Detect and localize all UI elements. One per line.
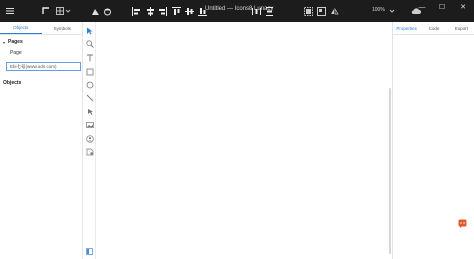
feedback-icon[interactable] (457, 218, 467, 228)
chevron-down-icon[interactable] (62, 5, 74, 17)
flip-icon[interactable] (328, 5, 340, 17)
shape-tool-icon[interactable] (85, 147, 94, 156)
vertical-scrollbar[interactable] (389, 88, 391, 254)
align-center-icon[interactable] (144, 5, 156, 17)
align-middle-icon[interactable] (183, 5, 195, 17)
chevron-down-icon[interactable] (386, 5, 398, 17)
text-tool-icon[interactable] (85, 53, 94, 62)
avatar-tool-icon[interactable] (85, 134, 94, 143)
layers-panel: Objects Symbols ▾ Pages Page Ebi七号(www.u… (0, 22, 83, 259)
maximize-button[interactable]: ☐ (432, 0, 452, 14)
pen-tool-icon[interactable] (85, 107, 94, 116)
close-button[interactable]: ✕ (453, 0, 473, 14)
tab-properties[interactable]: Properties (393, 22, 420, 34)
zoom-tool-icon[interactable] (85, 39, 94, 48)
line-tool-icon[interactable] (85, 93, 94, 102)
pages-section: ▾ Pages Page (0, 37, 83, 58)
left-panel-tabs: Objects Symbols (0, 22, 83, 35)
boolean-subtract-icon[interactable] (101, 5, 113, 17)
menu-icon[interactable] (4, 5, 16, 17)
page-name-input[interactable]: Ebi七号(www.udn.com) (6, 62, 81, 71)
lunacy-app: Untitled — Icons8 Lunacy 100% — ☐ ✕ Obje… (0, 0, 474, 259)
ungroup-icon[interactable] (315, 5, 327, 17)
chevron-down-icon: ▾ (3, 39, 6, 45)
align-left-icon[interactable] (130, 5, 142, 17)
distribute-horizontal-icon[interactable] (250, 5, 262, 17)
pages-label: Pages (8, 39, 23, 45)
tab-symbols[interactable]: Symbols (42, 22, 84, 34)
image-tool-icon[interactable] (85, 120, 94, 129)
tools-toolbar (83, 22, 96, 259)
pages-header[interactable]: ▾ Pages (0, 37, 83, 47)
objects-header[interactable]: Objects (0, 78, 83, 88)
align-right-icon[interactable] (156, 5, 168, 17)
page-list-item[interactable]: Page (0, 47, 83, 58)
rectangle-tool-icon[interactable] (85, 67, 94, 76)
select-tool-icon[interactable] (85, 26, 94, 35)
inspector-panel: Properties Code Export (392, 22, 474, 259)
frame-tool-icon[interactable] (40, 5, 52, 17)
objects-section: Objects (0, 78, 83, 88)
group-icon[interactable] (302, 5, 314, 17)
tab-export[interactable]: Export (448, 22, 474, 34)
ellipse-tool-icon[interactable] (85, 80, 94, 89)
title-bar: Untitled — Icons8 Lunacy 100% — ☐ ✕ (0, 0, 474, 22)
align-top-icon[interactable] (170, 5, 182, 17)
tab-code[interactable]: Code (420, 22, 447, 34)
right-panel-tabs: Properties Code Export (393, 22, 474, 35)
panel-toggle-icon[interactable] (85, 247, 94, 256)
objects-label: Objects (3, 80, 22, 86)
boolean-union-icon[interactable] (89, 5, 101, 17)
distribute-vertical-icon[interactable] (263, 5, 275, 17)
zoom-level[interactable]: 100% (372, 7, 385, 13)
tab-objects[interactable]: Objects (0, 22, 42, 34)
minimize-button[interactable]: — (412, 0, 432, 14)
design-canvas[interactable] (96, 22, 392, 259)
